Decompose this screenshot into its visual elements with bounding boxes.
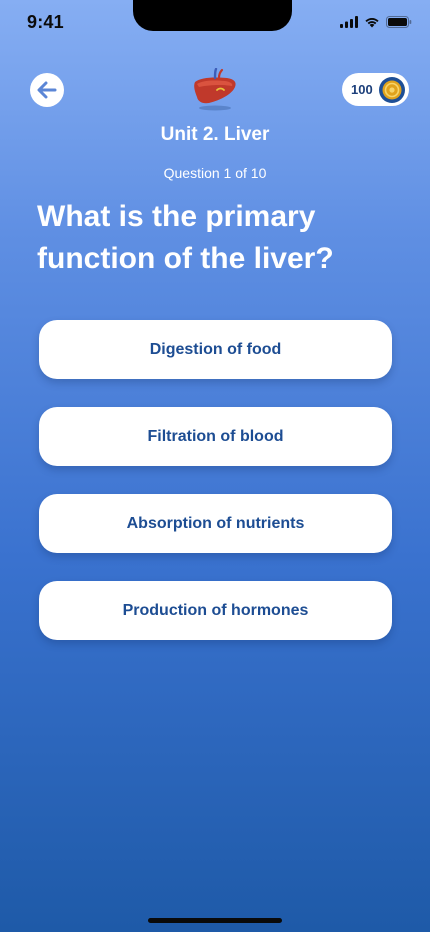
device-notch [133,0,292,31]
answer-option-2[interactable]: Filtration of blood [39,407,392,466]
answer-option-4[interactable]: Production of hormones [39,581,392,640]
answer-list: Digestion of food Filtration of blood Ab… [39,320,392,668]
back-button[interactable] [30,73,64,107]
coin-icon [379,76,405,103]
answer-option-3[interactable]: Absorption of nutrients [39,494,392,553]
quiz-screen: 9:41 100 Unit 2. Liver Question 1 of 10 … [0,0,430,932]
wifi-icon [365,17,379,28]
status-icons [340,16,412,28]
coin-balance[interactable]: 100 [342,73,409,106]
cellular-signal-icon [340,16,358,28]
unit-title: Unit 2. Liver [160,124,270,145]
liver-icon [194,68,236,111]
battery-icon [386,16,412,28]
coin-count: 100 [351,82,373,97]
arrow-left-icon [37,81,57,99]
question-text: What is the primary function of the live… [37,200,334,275]
answer-option-1[interactable]: Digestion of food [39,320,392,379]
question-progress: Question 1 of 10 [163,165,267,181]
home-indicator[interactable] [148,918,282,923]
status-time: 9:41 [27,12,64,32]
